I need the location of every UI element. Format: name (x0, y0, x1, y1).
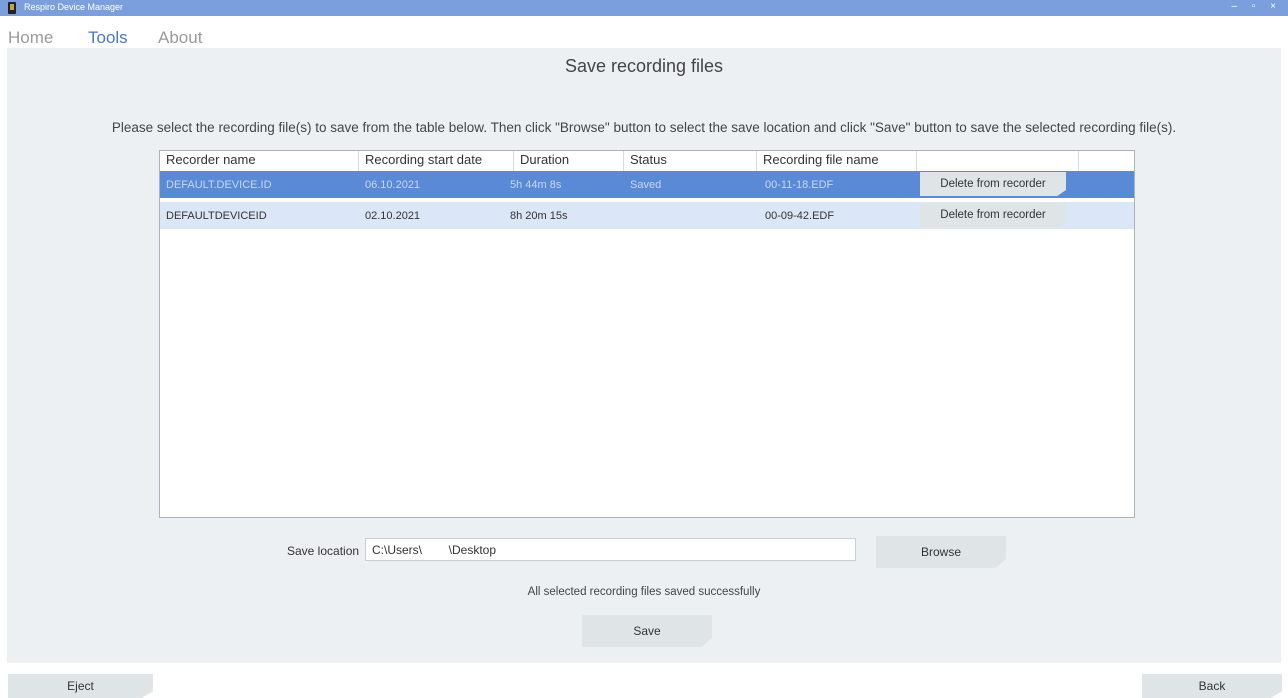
table-row[interactable]: DEFAULT.DEVICE.ID 06.10.2021 5h 44m 8s S… (160, 171, 1134, 198)
header-divider (1078, 151, 1079, 171)
page-title: Save recording files (564, 56, 724, 76)
cell-duration: 8h 20m 15s (510, 210, 568, 222)
cell-start-date: 02.10.2021 (365, 210, 421, 222)
cell-recorder-name: DEFAULTDEVICEID (166, 210, 267, 222)
delete-from-recorder-button[interactable]: Delete from recorder (920, 172, 1066, 196)
header-start-date[interactable]: Recording start date (365, 152, 482, 171)
header-recorder-name[interactable]: Recorder name (166, 152, 256, 171)
cell-file-name: 00-11-18.EDF (765, 179, 834, 191)
header-divider (358, 151, 359, 171)
cell-file-name: 00-09-42.EDF (765, 210, 835, 222)
delete-from-recorder-button[interactable]: Delete from recorder (920, 203, 1066, 227)
menu-home[interactable]: Home (8, 28, 53, 48)
header-divider (756, 151, 757, 171)
cell-recorder-name: DEFAULT.DEVICE.ID (166, 179, 272, 191)
status-message: All selected recording files saved succe… (527, 586, 761, 598)
menu-about[interactable]: About (158, 28, 202, 48)
recordings-table: Recorder name Recording start date Durat… (159, 150, 1135, 518)
back-button[interactable]: Back (1142, 674, 1282, 698)
save-button[interactable]: Save (582, 615, 712, 647)
header-status[interactable]: Status (630, 152, 667, 171)
browse-button[interactable]: Browse (876, 536, 1006, 568)
window-title: Respiro Device Manager (24, 2, 124, 12)
header-divider (513, 151, 514, 171)
save-location-input[interactable] (365, 538, 856, 561)
table-header: Recorder name Recording start date Durat… (160, 151, 1134, 171)
menu-tools[interactable]: Tools (88, 28, 128, 48)
cell-duration: 5h 44m 8s (510, 179, 562, 191)
eject-button[interactable]: Eject (8, 674, 153, 698)
header-divider (623, 151, 624, 171)
cell-status: Saved (630, 179, 662, 191)
header-divider (916, 151, 917, 171)
header-file-name[interactable]: Recording file name (763, 152, 879, 171)
instruction-text: Please select the recording file(s) to s… (111, 120, 1177, 135)
table-row[interactable]: DEFAULTDEVICEID 02.10.2021 8h 20m 15s 00… (160, 202, 1134, 229)
title-bar: Respiro Device Manager – ▫ × (0, 0, 1288, 16)
window-controls[interactable]: – ▫ × (1231, 1, 1282, 12)
main-panel: Save recording files Please select the r… (7, 48, 1281, 663)
cell-start-date: 06.10.2021 (365, 179, 421, 191)
app-icon (8, 2, 16, 14)
header-duration[interactable]: Duration (520, 152, 569, 171)
save-location-label: Save location (287, 544, 360, 558)
